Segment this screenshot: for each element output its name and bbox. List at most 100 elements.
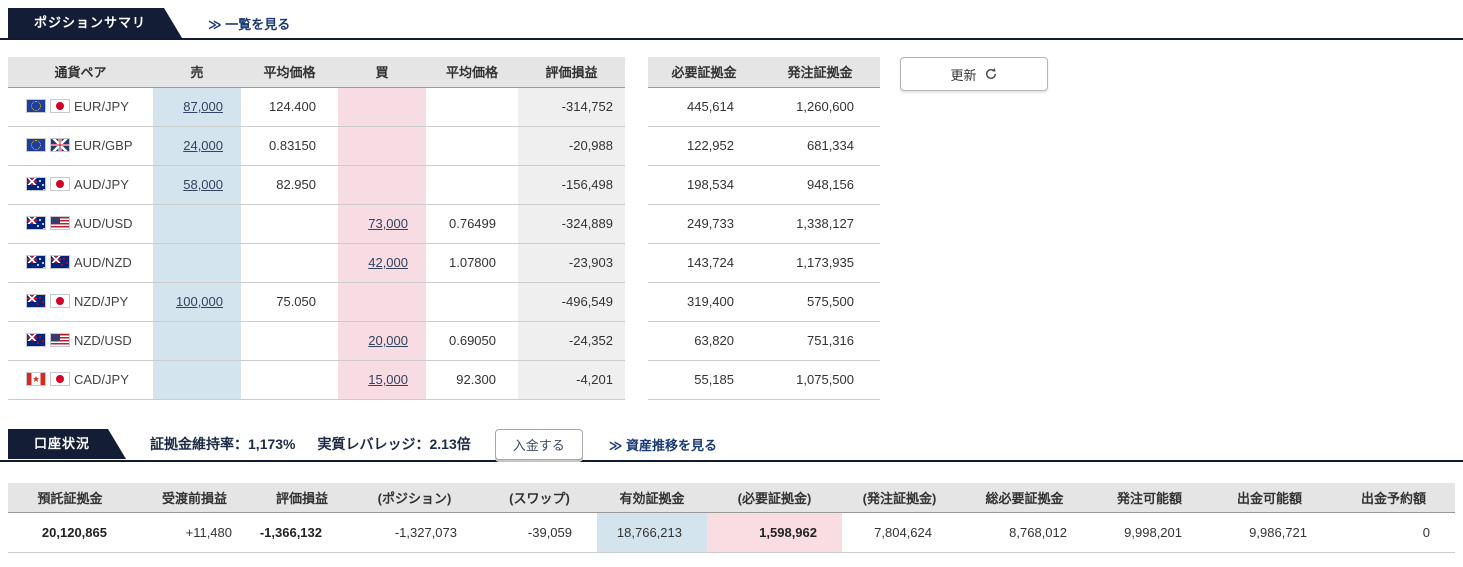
required-margin: 319,400 [648, 282, 760, 322]
position-row: EUR/GBP 24,000 0.83150 -20,988 [8, 126, 625, 166]
required-margin: 122,952 [648, 126, 760, 166]
pre-delivery-pl-value: +11,480 [132, 512, 257, 553]
sell-volume-cell: 24,000 [153, 126, 241, 166]
valuation-pl: -20,988 [518, 126, 625, 166]
valuation-pl: -23,903 [518, 243, 625, 283]
col-buy-avg-price: 平均価格 [426, 57, 518, 88]
position-table-header-row: 通貨ペア 売 平均価格 買 平均価格 評価損益 [8, 57, 625, 88]
currency-pair-cell: EUR/GBP [8, 126, 153, 166]
col-orderable-amount: 発注可能額 [1092, 482, 1207, 513]
account-table: 預託証拠金 受渡前損益 評価損益 (ポジション) (スワップ) 有効証拠金 (必… [8, 482, 1455, 553]
nz-flag-icon [26, 294, 46, 308]
buy-volume-cell [338, 87, 426, 127]
buy-volume-cell [338, 282, 426, 322]
sell-volume-link[interactable]: 24,000 [183, 138, 223, 153]
margin-row: 143,724 1,173,935 [648, 243, 880, 283]
valuation-pl: -24,352 [518, 321, 625, 361]
currency-pair-cell: EUR/JPY [8, 87, 153, 127]
buy-volume-cell: 42,000 [338, 243, 426, 283]
swap-pl-value: -39,059 [482, 512, 597, 553]
valuation-pl-value: -1,366,132 [257, 512, 347, 553]
buy-volume-link[interactable]: 73,000 [368, 216, 408, 231]
au-flag-icon [26, 177, 46, 191]
col-order-margin: (発注証拠金) [842, 482, 957, 513]
col-position-pl: (ポジション) [347, 482, 482, 513]
col-buy: 買 [338, 57, 426, 88]
buy-volume-link[interactable]: 15,000 [368, 372, 408, 387]
col-valuation-pl: 評価損益 [518, 57, 625, 88]
order-margin-value: 7,804,624 [842, 512, 957, 553]
col-sell-avg-price: 平均価格 [241, 57, 338, 88]
order-margin: 1,260,600 [760, 87, 880, 127]
currency-pair-label: CAD/JPY [74, 372, 129, 387]
buy-avg-price: 1.07800 [426, 243, 518, 283]
currency-pair-label: AUD/JPY [74, 177, 129, 192]
col-withdrawal-reserved: 出金予約額 [1332, 482, 1455, 513]
sell-avg-price: 75.050 [241, 282, 338, 322]
position-summary-header: ポジションサマリ ≫ 一覧を見る [0, 8, 1463, 40]
required-margin: 63,820 [648, 321, 760, 361]
order-margin: 1,338,127 [760, 204, 880, 244]
currency-pair-cell: AUD/USD [8, 204, 153, 244]
jp-flag-icon [50, 294, 70, 308]
account-status-tab: 口座状況 [8, 429, 126, 459]
margin-table: 必要証拠金 発注証拠金 445,614 1,260,600 122,952 681,… [648, 57, 880, 400]
sell-volume-link[interactable]: 87,000 [183, 99, 223, 114]
sell-avg-price: 82.950 [241, 165, 338, 205]
required-margin: 249,733 [648, 204, 760, 244]
required-margin: 55,185 [648, 360, 760, 400]
position-summary-tab: ポジションサマリ [8, 8, 182, 38]
col-valuation-pl: 評価損益 [257, 482, 347, 513]
col-effective-margin: 有効証拠金 [597, 482, 707, 513]
sell-avg-price: 124.400 [241, 87, 338, 127]
nz-flag-icon [50, 255, 70, 269]
col-required-margin: (必要証拠金) [707, 482, 842, 513]
col-required-margin: 必要証拠金 [648, 57, 760, 88]
refresh-button[interactable]: 更新 [900, 57, 1048, 91]
asset-history-link[interactable]: ≫ 資産推移を見る [609, 435, 717, 454]
account-values-row: 20,120,865 +11,480 -1,366,132 -1,327,073… [8, 512, 1455, 553]
withdrawal-reserved-value: 0 [1332, 512, 1455, 553]
buy-volume-cell [338, 165, 426, 205]
currency-pair-label: NZD/JPY [74, 294, 129, 309]
view-list-link[interactable]: ≫ 一覧を見る [208, 14, 290, 33]
required-margin-value: 1,598,962 [707, 512, 842, 553]
currency-pair-label: AUD/USD [74, 216, 133, 231]
required-margin: 445,614 [648, 87, 760, 127]
position-row: AUD/JPY 58,000 82.950 -156,498 [8, 165, 625, 205]
margin-row: 122,952 681,334 [648, 126, 880, 166]
fx-dashboard: ポジションサマリ ≫ 一覧を見る 通貨ペア 売 平均価格 買 平均価格 評価損益… [0, 0, 1463, 561]
margin-row: 198,534 948,156 [648, 165, 880, 205]
au-flag-icon [26, 255, 46, 269]
buy-volume-link[interactable]: 42,000 [368, 255, 408, 270]
sell-volume-link[interactable]: 58,000 [183, 177, 223, 192]
effective-margin-value: 18,766,213 [597, 512, 707, 553]
refresh-button-label: 更新 [950, 67, 977, 83]
sell-volume-link[interactable]: 100,000 [176, 294, 223, 309]
withdrawable-amount-value: 9,986,721 [1207, 512, 1332, 553]
col-total-required-margin: 総必要証拠金 [957, 482, 1092, 513]
currency-pair-cell: NZD/JPY [8, 282, 153, 322]
col-sell: 売 [153, 57, 241, 88]
sell-volume-cell: 58,000 [153, 165, 241, 205]
required-margin: 198,534 [648, 165, 760, 205]
eu-flag-icon [26, 99, 46, 113]
valuation-pl: -314,752 [518, 87, 625, 127]
jp-flag-icon [50, 177, 70, 191]
margin-table-header-row: 必要証拠金 発注証拠金 [648, 57, 880, 88]
buy-avg-price [426, 126, 518, 166]
order-margin: 575,500 [760, 282, 880, 322]
buy-volume-link[interactable]: 20,000 [368, 333, 408, 348]
sell-avg-price [241, 243, 338, 283]
nz-flag-icon [26, 333, 46, 347]
col-order-margin: 発注証拠金 [760, 57, 880, 88]
order-margin: 1,075,500 [760, 360, 880, 400]
currency-pair-label: NZD/USD [74, 333, 132, 348]
margin-row: 55,185 1,075,500 [648, 360, 880, 400]
sell-volume-cell [153, 204, 241, 244]
deposit-button[interactable]: 入金する [494, 428, 583, 460]
buy-volume-cell: 20,000 [338, 321, 426, 361]
eu-flag-icon [26, 138, 46, 152]
margin-maintenance-rate: 証拠金維持率：1,173% [150, 436, 296, 452]
valuation-pl: -496,549 [518, 282, 625, 322]
